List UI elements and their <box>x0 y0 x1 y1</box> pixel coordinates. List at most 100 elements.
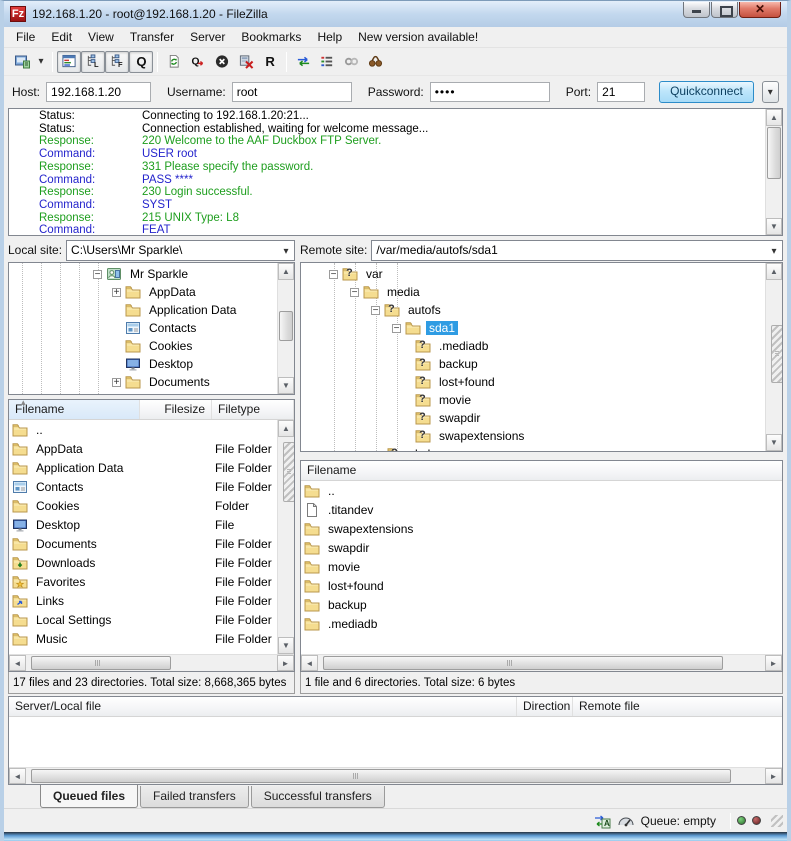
file-row[interactable]: Application DataFile Folder <box>9 458 277 477</box>
transfer-queue-toggle-icon[interactable]: Q <box>129 51 153 73</box>
scroll-right-icon[interactable] <box>765 655 782 671</box>
file-row[interactable]: MusicFile Folder <box>9 629 277 648</box>
collapse-icon[interactable] <box>329 270 338 279</box>
title-bar[interactable]: Fz 192.168.1.20 - root@192.168.1.20 - Fi… <box>4 1 787 27</box>
tree-item[interactable]: Contacts <box>9 319 277 337</box>
file-row[interactable]: .mediadb <box>301 614 782 633</box>
cancel-operation-icon[interactable] <box>210 51 234 73</box>
collapse-icon[interactable] <box>350 288 359 297</box>
column-header-server-local-file[interactable]: Server/Local file <box>9 697 517 716</box>
column-header-remote-file[interactable]: Remote file <box>573 697 782 716</box>
file-row[interactable]: swapdir <box>301 538 782 557</box>
column-header-filesize[interactable]: Filesize <box>140 400 212 419</box>
message-log-toggle-icon[interactable] <box>57 51 81 73</box>
menu-new-version[interactable]: New version available! <box>350 28 486 46</box>
expand-icon[interactable] <box>112 378 121 387</box>
file-row[interactable]: lost+found <box>301 576 782 595</box>
scrollbar-thumb[interactable] <box>31 769 731 783</box>
collapse-icon[interactable] <box>392 324 401 333</box>
scrollbar-thumb[interactable] <box>283 442 295 502</box>
synchronized-browsing-icon[interactable] <box>339 51 363 73</box>
tree-item[interactable]: ?autofs <box>301 301 765 319</box>
file-row[interactable]: .. <box>9 420 277 439</box>
remote-site-combobox[interactable]: /var/media/autofs/sda1 <box>371 240 783 261</box>
file-row[interactable]: FavoritesFile Folder <box>9 572 277 591</box>
scroll-up-icon[interactable] <box>766 263 782 280</box>
local-list-vertical-scrollbar[interactable] <box>277 420 294 654</box>
refresh-icon[interactable] <box>162 51 186 73</box>
menu-server[interactable]: Server <box>182 28 233 46</box>
tree-item[interactable]: ?.mediadb <box>301 337 765 355</box>
local-tree-vertical-scrollbar[interactable] <box>277 263 294 394</box>
directory-comparison-icon[interactable] <box>291 51 315 73</box>
splitter-collapse-icon[interactable] <box>300 452 783 460</box>
tree-item[interactable]: Application Data <box>9 301 277 319</box>
scrollbar-thumb[interactable] <box>323 656 723 670</box>
disconnect-icon[interactable] <box>234 51 258 73</box>
speed-limit-icon[interactable] <box>617 813 635 829</box>
file-row[interactable]: Local SettingsFile Folder <box>9 610 277 629</box>
tree-item[interactable]: media <box>301 283 765 301</box>
scroll-down-icon[interactable] <box>278 377 294 394</box>
scroll-down-icon[interactable] <box>278 637 294 654</box>
site-manager-icon[interactable] <box>10 51 34 73</box>
file-row[interactable]: ContactsFile Folder <box>9 477 277 496</box>
tree-item[interactable]: ?movie <box>301 391 765 409</box>
column-header-filename[interactable]: Filename <box>9 400 140 419</box>
remote-treeview-toggle-icon[interactable]: F <box>105 51 129 73</box>
local-treeview-toggle-icon[interactable]: L <box>81 51 105 73</box>
tree-item[interactable]: ?var <box>301 265 765 283</box>
collapse-icon[interactable] <box>371 306 380 315</box>
scroll-up-icon[interactable] <box>766 109 782 126</box>
file-row[interactable]: movie <box>301 557 782 576</box>
find-files-icon[interactable] <box>363 51 387 73</box>
scroll-right-icon[interactable] <box>765 768 782 784</box>
tree-item[interactable]: Mr Sparkle <box>9 265 277 283</box>
file-row[interactable]: backup <box>301 595 782 614</box>
tree-item[interactable]: AppData <box>9 283 277 301</box>
tree-item[interactable]: ?lost+found <box>301 373 765 391</box>
remote-list-horizontal-scrollbar[interactable] <box>301 654 782 671</box>
scroll-left-icon[interactable] <box>9 655 26 671</box>
chevron-down-icon[interactable] <box>278 241 294 259</box>
collapse-icon[interactable] <box>93 270 102 279</box>
scroll-down-icon[interactable] <box>766 218 782 235</box>
tree-item-selected[interactable]: sda1 <box>301 319 765 337</box>
file-row[interactable]: DownloadsFile Folder <box>9 553 277 572</box>
file-row[interactable]: .. <box>301 481 782 500</box>
menu-bookmarks[interactable]: Bookmarks <box>233 28 309 46</box>
local-site-combobox[interactable]: C:\Users\Mr Sparkle\ <box>66 240 295 261</box>
chevron-down-icon[interactable] <box>766 241 782 259</box>
remote-tree-vertical-scrollbar[interactable] <box>765 263 782 451</box>
scroll-up-icon[interactable] <box>278 420 294 437</box>
tree-item[interactable]: Desktop <box>9 355 277 373</box>
tree-item[interactable]: Cookies <box>9 337 277 355</box>
site-manager-dropdown-icon[interactable] <box>34 51 48 73</box>
tree-item[interactable]: ?swapextensions <box>301 427 765 445</box>
scrollbar-thumb[interactable] <box>31 656 171 670</box>
file-row[interactable]: .titandev <box>301 500 782 519</box>
process-queue-icon[interactable]: Q <box>186 51 210 73</box>
file-row[interactable]: AppDataFile Folder <box>9 439 277 458</box>
scroll-down-icon[interactable] <box>766 434 782 451</box>
column-header-filename[interactable]: Filename <box>301 461 782 480</box>
menu-transfer[interactable]: Transfer <box>122 28 182 46</box>
minimize-button[interactable] <box>683 2 710 18</box>
scroll-left-icon[interactable] <box>301 655 318 671</box>
column-header-direction[interactable]: Direction <box>517 697 573 716</box>
tree-item[interactable]: Downloads <box>9 391 277 394</box>
file-row[interactable]: LinksFile Folder <box>9 591 277 610</box>
quickconnect-dropdown-icon[interactable] <box>762 81 779 103</box>
expand-icon[interactable] <box>112 288 121 297</box>
port-input[interactable]: 21 <box>597 82 645 102</box>
scrollbar-thumb[interactable] <box>279 311 293 341</box>
tree-item[interactable]: Documents <box>9 373 277 391</box>
scrollbar-thumb[interactable] <box>767 127 781 179</box>
tab-successful-transfers[interactable]: Successful transfers <box>251 786 385 808</box>
column-header-filetype[interactable]: Filetype <box>212 400 294 419</box>
tree-item[interactable]: ?backup <box>301 355 765 373</box>
resize-grip[interactable] <box>771 815 783 827</box>
tab-queued-files[interactable]: Queued files <box>40 785 138 808</box>
log-vertical-scrollbar[interactable] <box>765 109 782 235</box>
file-row[interactable]: DocumentsFile Folder <box>9 534 277 553</box>
